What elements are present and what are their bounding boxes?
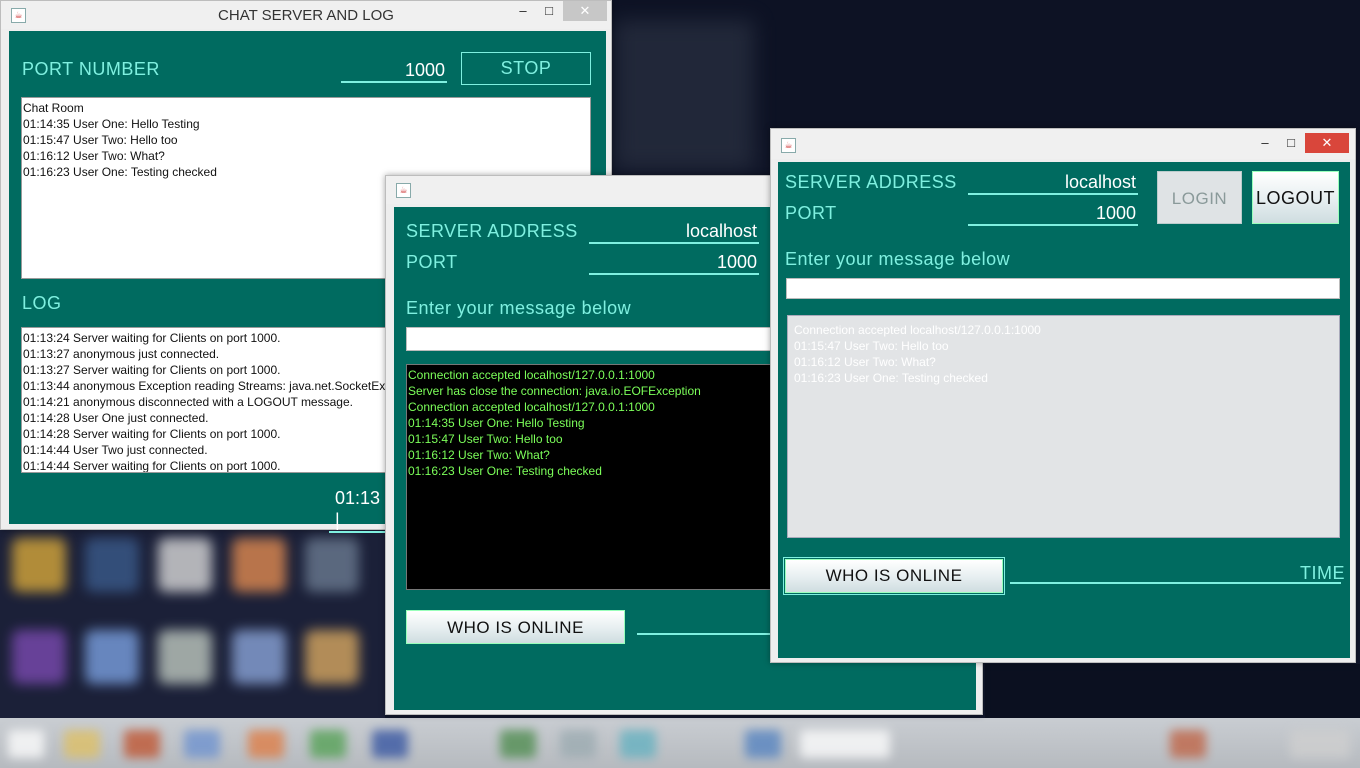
login-button[interactable]: LOGIN xyxy=(1157,171,1242,224)
taskbar-item[interactable] xyxy=(248,730,284,758)
console-line: 01:16:23 User One: Testing checked xyxy=(408,464,602,478)
client-window-two: ☕ – □ ✕ SERVER ADDRESS localhost PORT 10… xyxy=(770,128,1356,663)
taskbar xyxy=(0,718,1360,768)
desktop-icon[interactable] xyxy=(305,538,359,592)
taskbar-item[interactable] xyxy=(310,730,346,758)
chat-line: 01:16:23 User One: Testing checked xyxy=(794,371,988,385)
desktop-background xyxy=(985,664,1360,720)
desktop-icon[interactable] xyxy=(85,630,139,684)
taskbar-item[interactable] xyxy=(64,730,100,758)
client-two-titlebar[interactable]: ☕ – □ ✕ xyxy=(771,129,1355,159)
java-icon: ☕ xyxy=(396,183,411,198)
server-titlebar[interactable]: ☕ CHAT SERVER AND LOG – □ ✕ xyxy=(1,1,611,29)
logout-button[interactable]: LOGOUT xyxy=(1252,171,1339,224)
taskbar-item[interactable] xyxy=(124,730,160,758)
console-line: 01:14:35 User One: Hello Testing xyxy=(408,416,585,430)
blurred-window xyxy=(614,20,754,170)
console-line: Server has close the connection: java.io… xyxy=(408,384,701,398)
java-icon: ☕ xyxy=(781,138,796,153)
port-field[interactable]: 1000 xyxy=(589,251,759,275)
chat-line: Connection accepted localhost/127.0.0.1:… xyxy=(794,323,1041,337)
chat-line: 01:15:47 User Two: Hello too xyxy=(794,339,949,353)
chat-line: 01:16:12 User Two: What? xyxy=(23,149,165,163)
port-number-field[interactable]: 1000 xyxy=(341,59,447,83)
who-is-online-button[interactable]: WHO IS ONLINE xyxy=(783,557,1005,595)
console-line: 01:15:47 User Two: Hello too xyxy=(408,432,563,446)
taskbar-item[interactable] xyxy=(500,730,536,758)
console-line: Connection accepted localhost/127.0.0.1:… xyxy=(408,400,655,414)
maximize-icon[interactable]: □ xyxy=(1277,133,1305,153)
chat-line: 01:16:12 User Two: What? xyxy=(794,355,936,369)
desktop-icon[interactable] xyxy=(158,538,212,592)
desktop-icon[interactable] xyxy=(305,630,359,684)
server-address-label: SERVER ADDRESS xyxy=(785,172,957,192)
chat-line: 01:15:47 User Two: Hello too xyxy=(23,133,178,147)
taskbar-item[interactable] xyxy=(372,730,408,758)
taskbar-item[interactable] xyxy=(620,730,656,758)
chat-console[interactable]: Connection accepted localhost/127.0.0.1:… xyxy=(406,364,776,590)
server-address-field[interactable]: localhost xyxy=(968,171,1138,195)
taskbar-item[interactable] xyxy=(1170,730,1206,758)
time-field xyxy=(637,631,777,635)
close-icon[interactable]: ✕ xyxy=(563,1,607,21)
client-two-content: SERVER ADDRESS localhost PORT 1000 LOGIN… xyxy=(778,162,1350,658)
desktop-icon[interactable] xyxy=(232,538,286,592)
desktop-icon[interactable] xyxy=(232,630,286,684)
desktop-icon[interactable] xyxy=(12,630,66,684)
message-input[interactable] xyxy=(786,278,1340,299)
maximize-icon[interactable]: □ xyxy=(535,1,563,21)
message-prompt: Enter your message below xyxy=(785,249,1011,269)
server-address-label: SERVER ADDRESS xyxy=(406,221,578,241)
taskbar-item[interactable] xyxy=(800,730,890,758)
chat-line: 01:14:35 User One: Hello Testing xyxy=(23,117,200,131)
port-field[interactable]: 1000 xyxy=(968,202,1138,226)
message-prompt: Enter your message below xyxy=(406,298,632,318)
chat-area[interactable]: Connection accepted localhost/127.0.0.1:… xyxy=(787,315,1340,538)
taskbar-item[interactable] xyxy=(560,730,596,758)
chat-line: Chat Room xyxy=(23,101,84,115)
port-label: PORT xyxy=(406,252,458,272)
server-address-field[interactable]: localhost xyxy=(589,220,759,244)
log-label: LOG xyxy=(22,293,62,313)
minimize-icon[interactable]: – xyxy=(509,1,537,21)
stop-button[interactable]: STOP xyxy=(461,52,591,85)
taskbar-item[interactable] xyxy=(1290,730,1350,758)
taskbar-item[interactable] xyxy=(745,730,781,758)
port-number-label: PORT NUMBER xyxy=(22,59,160,79)
desktop-icon[interactable] xyxy=(12,538,66,592)
taskbar-item[interactable] xyxy=(8,730,44,758)
message-input[interactable] xyxy=(406,327,776,351)
who-is-online-button[interactable]: WHO IS ONLINE xyxy=(406,610,625,644)
port-label: PORT xyxy=(785,203,837,223)
time-field xyxy=(1010,580,1341,584)
console-line: 01:16:12 User Two: What? xyxy=(408,448,550,462)
desktop-icons-area xyxy=(0,530,385,720)
close-icon[interactable]: ✕ xyxy=(1305,133,1349,153)
console-line: Connection accepted localhost/127.0.0.1:… xyxy=(408,368,655,382)
time-field: 01:13 | xyxy=(329,487,389,533)
minimize-icon[interactable]: – xyxy=(1251,133,1279,153)
desktop-icon[interactable] xyxy=(85,538,139,592)
desktop-icon[interactable] xyxy=(158,630,212,684)
taskbar-item[interactable] xyxy=(184,730,220,758)
